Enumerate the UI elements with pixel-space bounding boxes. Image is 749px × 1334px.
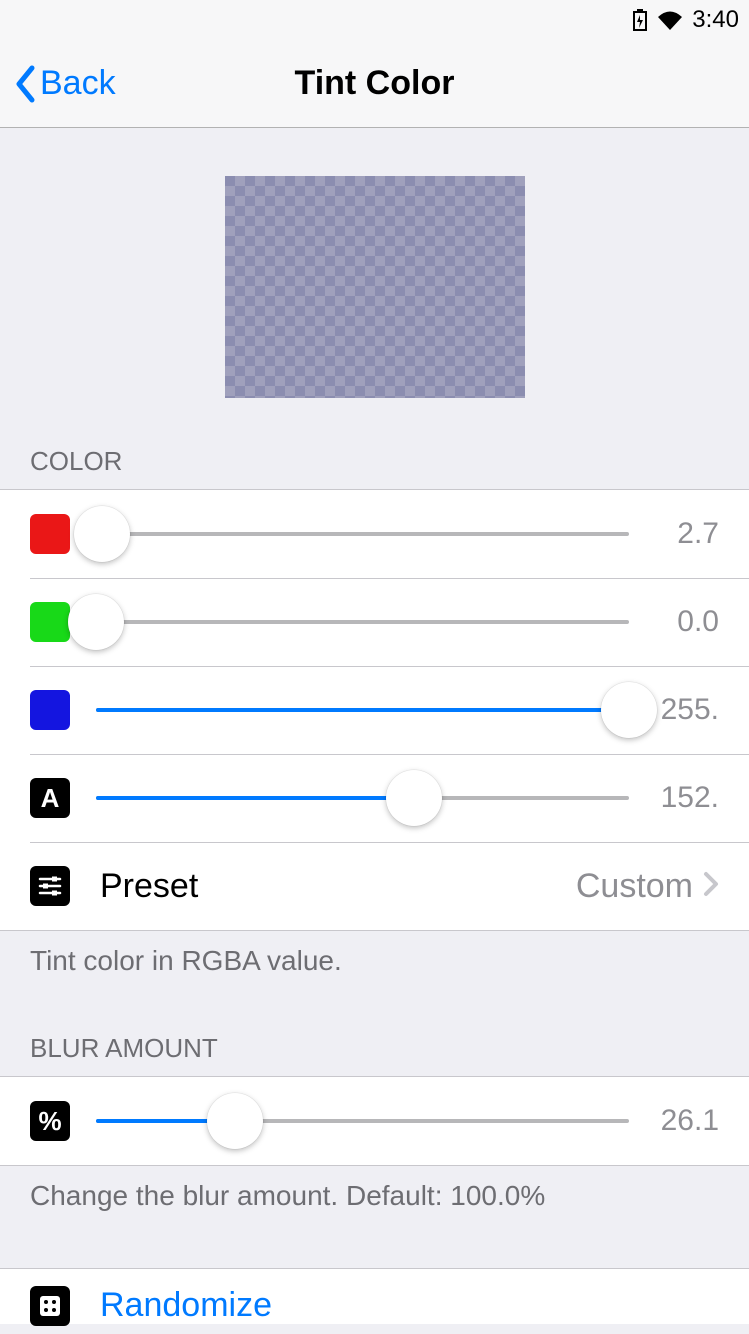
slider-value-blue: 255.: [649, 693, 719, 727]
section-footer-color: Tint color in RGBA value.: [0, 931, 749, 977]
dice-icon: [30, 1286, 70, 1326]
swatch-alpha-icon: A: [30, 778, 70, 818]
chevron-left-icon: [14, 65, 36, 103]
slider-blue[interactable]: [96, 680, 629, 740]
percent-icon: %: [30, 1101, 70, 1141]
slider-alpha[interactable]: [96, 768, 629, 828]
status-time: 3:40: [692, 6, 739, 34]
slider-row-blue: 255.: [0, 666, 749, 754]
slider-value-red: 2.7: [649, 517, 719, 551]
section-footer-blur: Change the blur amount. Default: 100.0%: [0, 1166, 749, 1212]
slider-row-green: 0.0: [0, 578, 749, 666]
section-header-color: COLOR: [0, 446, 749, 489]
preset-label: Preset: [100, 867, 576, 906]
slider-value-alpha: 152.: [649, 781, 719, 815]
swatch-red-icon: [30, 514, 70, 554]
back-label: Back: [40, 64, 116, 103]
slider-row-red: 2.7: [0, 490, 749, 578]
section-header-blur: BLUR AMOUNT: [0, 1033, 749, 1076]
status-bar: 3:40: [0, 0, 749, 40]
back-button[interactable]: Back: [0, 64, 116, 103]
slider-row-alpha: A 152.: [0, 754, 749, 842]
slider-value-green: 0.0: [649, 605, 719, 639]
battery-icon: [632, 8, 648, 32]
blur-group: % 26.1: [0, 1076, 749, 1166]
preview-area: [0, 128, 749, 446]
slider-green[interactable]: [96, 592, 629, 652]
sliders-icon: [30, 866, 70, 906]
tint-preview: [225, 176, 525, 398]
slider-red[interactable]: [96, 504, 629, 564]
preset-value: Custom: [576, 867, 693, 906]
slider-value-blur: 26.1: [649, 1104, 719, 1138]
slider-blur[interactable]: [96, 1091, 629, 1151]
slider-row-blur: % 26.1: [0, 1077, 749, 1165]
randomize-button[interactable]: Randomize: [0, 1268, 749, 1324]
swatch-blue-icon: [30, 690, 70, 730]
randomize-label: Randomize: [100, 1286, 272, 1325]
wifi-icon: [656, 10, 684, 30]
color-group: 2.7 0.0 255. A 152. Preset C: [0, 489, 749, 931]
chevron-right-icon: [703, 871, 719, 902]
preset-row[interactable]: Preset Custom: [0, 842, 749, 930]
swatch-green-icon: [30, 602, 70, 642]
nav-bar: Back Tint Color: [0, 40, 749, 128]
